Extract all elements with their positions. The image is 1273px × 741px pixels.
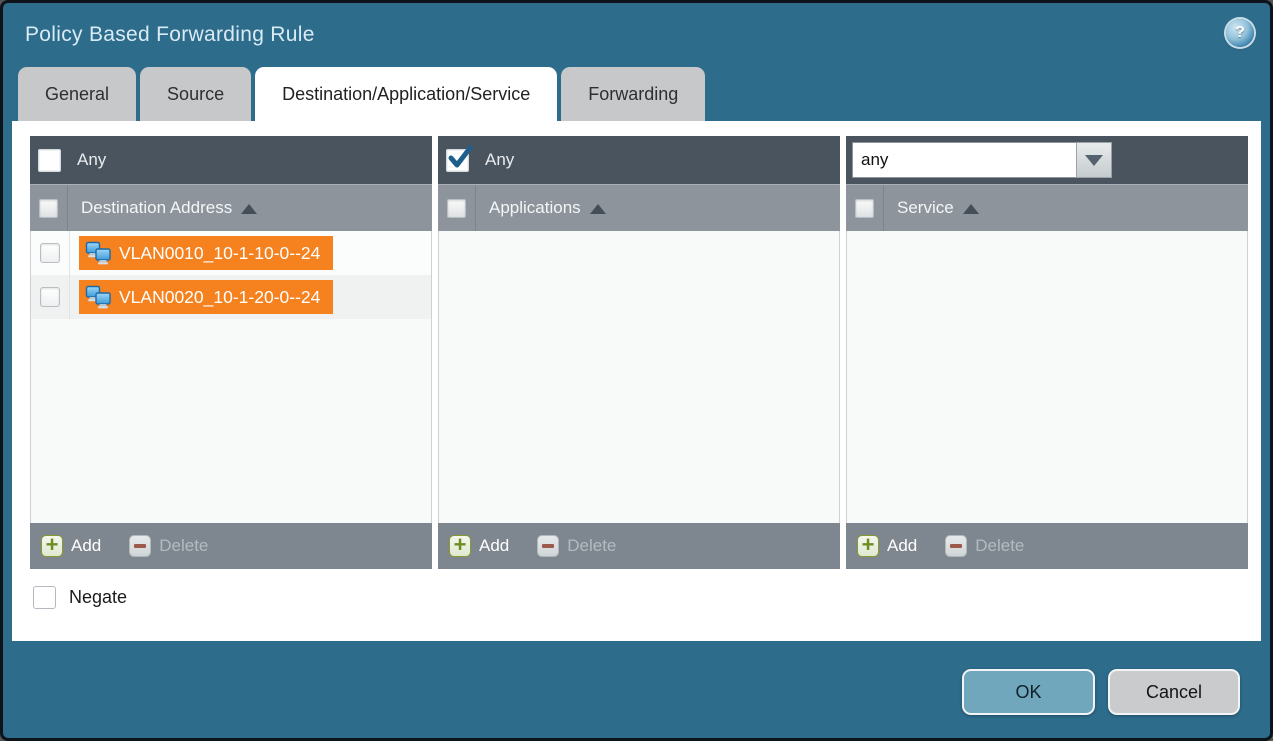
table-row[interactable]: VLAN0010_10-1-10-0--24	[31, 231, 431, 275]
applications-column-header: Applications	[438, 184, 840, 231]
service-dropdown-input[interactable]	[852, 142, 1076, 178]
negate-label: Negate	[69, 587, 127, 608]
help-icon[interactable]: ?	[1226, 19, 1254, 47]
destination-column-header: Destination Address	[30, 184, 432, 231]
address-name: VLAN0020_10-1-20-0--24	[119, 287, 320, 308]
applications-header-label[interactable]: Applications	[489, 198, 581, 218]
applications-select-all-checkbox[interactable]	[447, 199, 466, 218]
policy-based-forwarding-dialog: Policy Based Forwarding Rule ? General S…	[0, 0, 1273, 741]
dialog-titlebar: Policy Based Forwarding Rule ?	[3, 3, 1270, 67]
tab-panel: Any Destination Address	[12, 121, 1261, 641]
checkmark-icon	[446, 143, 476, 173]
destination-select-all-checkbox[interactable]	[39, 199, 58, 218]
tab-forwarding[interactable]: Forwarding	[561, 67, 705, 121]
add-button[interactable]: + Add	[449, 535, 509, 557]
chevron-down-icon	[1085, 155, 1103, 166]
tab-general[interactable]: General	[18, 67, 136, 121]
destination-any-checkbox[interactable]	[38, 149, 61, 172]
tab-bar: General Source Destination/Application/S…	[3, 67, 1270, 121]
destination-address-list: VLAN0010_10-1-10-0--24 VLAN0020_10-1-20	[30, 231, 432, 523]
destination-header-label[interactable]: Destination Address	[81, 198, 232, 218]
delete-button[interactable]: Delete	[129, 535, 208, 557]
service-column-header: Service	[846, 184, 1248, 231]
service-dropdown-header	[846, 136, 1248, 184]
add-icon: +	[41, 535, 63, 557]
address-object-icon	[85, 241, 112, 266]
delete-icon	[129, 535, 151, 557]
applications-column: Any Applications + Add	[438, 136, 840, 569]
applications-any-header: Any	[438, 136, 840, 184]
service-list	[846, 231, 1248, 523]
sort-ascending-icon[interactable]	[241, 204, 257, 214]
tab-destination-application-service[interactable]: Destination/Application/Service	[255, 67, 557, 121]
applications-any-label: Any	[485, 150, 514, 170]
applications-any-checkbox[interactable]	[446, 149, 469, 172]
add-icon: +	[449, 535, 471, 557]
add-button[interactable]: + Add	[41, 535, 101, 557]
ok-button[interactable]: OK	[962, 669, 1095, 715]
delete-icon	[537, 535, 559, 557]
tab-source[interactable]: Source	[140, 67, 251, 121]
dialog-title: Policy Based Forwarding Rule	[25, 23, 315, 47]
service-footer: + Add Delete	[846, 523, 1248, 569]
delete-button[interactable]: Delete	[537, 535, 616, 557]
destination-any-header: Any	[30, 136, 432, 184]
destination-address-column: Any Destination Address	[30, 136, 432, 569]
service-dropdown-button[interactable]	[1076, 142, 1112, 178]
delete-button[interactable]: Delete	[945, 535, 1024, 557]
dialog-footer: OK Cancel	[962, 669, 1240, 715]
negate-checkbox[interactable]	[33, 586, 56, 609]
service-column: Service + Add Delete	[846, 136, 1248, 569]
destination-any-label: Any	[77, 150, 106, 170]
cancel-button[interactable]: Cancel	[1108, 669, 1240, 715]
address-object-chip[interactable]: VLAN0010_10-1-10-0--24	[79, 236, 333, 270]
service-select-all-checkbox[interactable]	[855, 199, 874, 218]
service-header-label[interactable]: Service	[897, 198, 954, 218]
add-icon: +	[857, 535, 879, 557]
negate-row: Negate	[33, 586, 1261, 609]
delete-icon	[945, 535, 967, 557]
applications-footer: + Add Delete	[438, 523, 840, 569]
sort-ascending-icon[interactable]	[590, 204, 606, 214]
address-name: VLAN0010_10-1-10-0--24	[119, 243, 320, 264]
address-object-icon	[85, 285, 112, 310]
row-checkbox[interactable]	[40, 287, 60, 307]
address-object-chip[interactable]: VLAN0020_10-1-20-0--24	[79, 280, 333, 314]
table-row[interactable]: VLAN0020_10-1-20-0--24	[31, 275, 431, 319]
sort-ascending-icon[interactable]	[963, 204, 979, 214]
destination-footer: + Add Delete	[30, 523, 432, 569]
applications-list	[438, 231, 840, 523]
row-checkbox[interactable]	[40, 243, 60, 263]
add-button[interactable]: + Add	[857, 535, 917, 557]
